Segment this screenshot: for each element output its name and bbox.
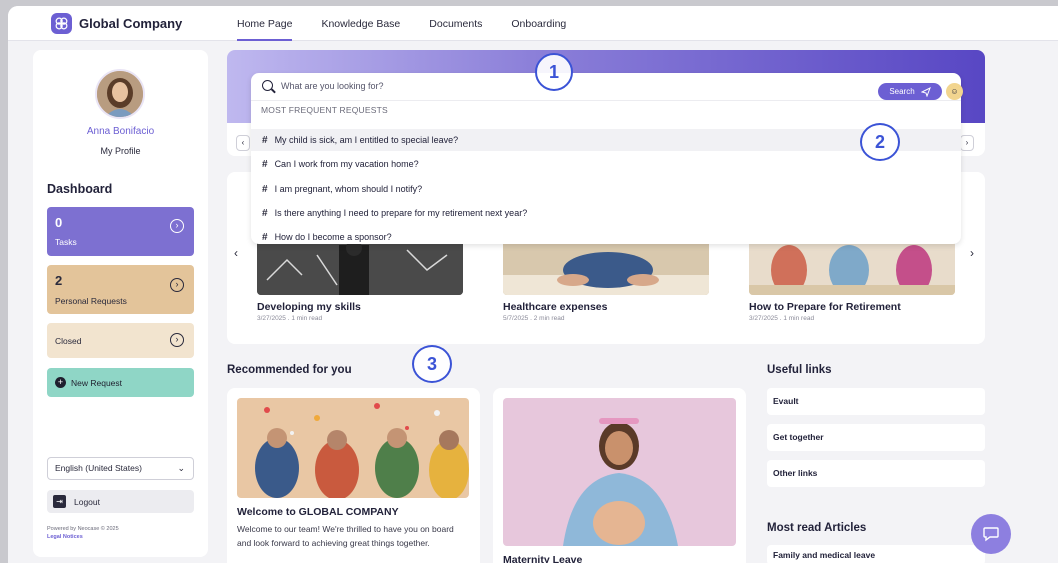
recommended-card[interactable]: Maternity Leave xyxy=(493,388,746,563)
frequent-requests-title: MOST FREQUENT REQUESTS xyxy=(261,105,388,115)
request-text: My child is sick, am I entitled to speci… xyxy=(274,135,459,145)
article-image[interactable] xyxy=(503,240,709,295)
request-text: How do I become a sponsor? xyxy=(274,232,392,242)
brand[interactable]: Global Company xyxy=(51,13,182,34)
article-read-time: 2 min read xyxy=(533,315,565,322)
sidebar: Anna Bonifacio My Profile Dashboard 0 Ta… xyxy=(33,50,208,557)
annotation-marker-1: 1 xyxy=(535,53,573,91)
hashtag-icon: # xyxy=(262,158,268,170)
recommended-image xyxy=(503,398,736,546)
article-date: 5/7/2025 xyxy=(503,315,529,322)
top-bar: Global Company Home Page Knowledge Base … xyxy=(8,6,1058,41)
new-request-button[interactable]: + New Request xyxy=(47,368,194,397)
article-meta: 5/7/2025 . 2 min read xyxy=(503,315,565,322)
carousel-prev-icon[interactable]: ‹ xyxy=(234,246,238,260)
chat-bubble-icon xyxy=(983,527,999,542)
annotation-marker-2: 2 xyxy=(860,123,900,161)
search-icon xyxy=(262,80,273,91)
send-icon xyxy=(920,86,931,97)
main-nav: Home Page Knowledge Base Documents Onboa… xyxy=(237,6,595,41)
app-window: Global Company Home Page Knowledge Base … xyxy=(8,6,1058,563)
language-select[interactable]: English (United States) ⌄ xyxy=(47,457,194,480)
frequent-request-item[interactable]: # How do I become a sponsor? xyxy=(251,226,961,248)
article-image[interactable] xyxy=(749,240,955,295)
plus-icon: + xyxy=(55,377,66,388)
hashtag-icon: # xyxy=(262,183,268,195)
article-image[interactable] xyxy=(257,240,463,295)
useful-link-item[interactable]: Get together xyxy=(767,424,985,451)
closed-card[interactable]: Closed › xyxy=(47,323,194,358)
hashtag-icon: # xyxy=(262,231,268,243)
closed-label: Closed xyxy=(55,336,82,346)
frequent-request-item[interactable]: # My child is sick, am I entitled to spe… xyxy=(251,129,961,151)
recommended-card-title[interactable]: Maternity Leave xyxy=(503,554,582,563)
article-date: 3/27/2025 xyxy=(257,315,286,322)
user-name[interactable]: Anna Bonifacio xyxy=(33,126,208,137)
article-read-time: 1 min read xyxy=(291,315,323,322)
nav-home-page[interactable]: Home Page xyxy=(237,6,293,41)
most-read-item[interactable]: Family and medical leave xyxy=(767,545,985,563)
people-icon[interactable]: ☺ xyxy=(946,83,963,100)
arrow-right-circle-icon: › xyxy=(170,219,184,233)
nav-knowledge-base[interactable]: Knowledge Base xyxy=(321,6,400,41)
arrow-right-circle-icon: › xyxy=(170,333,184,347)
personal-requests-count: 2 xyxy=(55,273,63,288)
brand-name: Global Company xyxy=(79,16,183,31)
powered-by: Powered by Neocase © 2025 xyxy=(47,526,119,532)
arrow-right-circle-icon: › xyxy=(170,278,184,292)
recommended-card[interactable]: Welcome to GLOBAL COMPANY Welcome to our… xyxy=(227,388,480,563)
frequent-request-item[interactable]: # I am pregnant, whom should I notify? xyxy=(251,178,961,200)
hashtag-icon: # xyxy=(262,207,268,219)
logout-button[interactable]: ⇥ Logout xyxy=(47,490,194,513)
legal-notices-link[interactable]: Legal Notices xyxy=(47,534,83,540)
logout-label: Logout xyxy=(74,496,100,507)
frequent-request-item[interactable]: # Can I work from my vacation home? xyxy=(251,153,961,175)
tasks-label: Tasks xyxy=(55,237,77,247)
dashboard-title: Dashboard xyxy=(47,182,113,196)
recommended-card-title[interactable]: Welcome to GLOBAL COMPANY xyxy=(237,506,399,518)
article-read-time: 1 min read xyxy=(783,315,815,322)
personal-requests-label: Personal Requests xyxy=(55,296,127,306)
useful-links-title: Useful links xyxy=(767,364,832,376)
useful-link-item[interactable]: Evault xyxy=(767,388,985,415)
hashtag-icon: # xyxy=(262,134,268,146)
recommended-image xyxy=(237,398,469,498)
request-text: I am pregnant, whom should I notify? xyxy=(274,184,423,194)
annotation-marker-3: 3 xyxy=(412,345,452,383)
nav-documents[interactable]: Documents xyxy=(429,6,482,41)
tasks-count: 0 xyxy=(55,215,63,230)
my-profile-link[interactable]: My Profile xyxy=(33,146,208,156)
hero-prev-button[interactable]: ‹ xyxy=(236,135,250,151)
hero-next-button[interactable]: › xyxy=(960,135,974,151)
chat-button[interactable] xyxy=(971,514,1011,554)
search-button-label: Search xyxy=(889,87,915,96)
chevron-down-icon: ⌄ xyxy=(177,463,185,473)
search-button[interactable]: Search xyxy=(878,83,942,100)
avatar[interactable] xyxy=(95,69,145,119)
article-title[interactable]: Healthcare expenses xyxy=(503,301,607,313)
logout-icon: ⇥ xyxy=(53,495,66,508)
request-text: Can I work from my vacation home? xyxy=(274,159,419,169)
divider xyxy=(251,100,961,101)
most-read-title: Most read Articles xyxy=(767,522,867,534)
carousel-next-icon[interactable]: › xyxy=(970,246,974,260)
new-request-label: New Request xyxy=(71,377,123,388)
article-date: 3/27/2025 xyxy=(749,315,778,322)
recommended-title: Recommended for you xyxy=(227,364,352,376)
article-meta: 3/27/2025 . 1 min read xyxy=(257,315,323,322)
search-dropdown: Search ☺ MOST FREQUENT REQUESTS # My chi… xyxy=(251,73,963,244)
tasks-card[interactable]: 0 Tasks › xyxy=(47,207,194,256)
recommended-card-body: Welcome to our team! We're thrilled to h… xyxy=(237,524,454,548)
frequent-request-item[interactable]: # Is there anything I need to prepare fo… xyxy=(251,202,961,224)
request-text: Is there anything I need to prepare for … xyxy=(274,208,528,218)
article-meta: 3/27/2025 . 1 min read xyxy=(749,315,815,322)
nav-onboarding[interactable]: Onboarding xyxy=(511,6,566,41)
personal-requests-card[interactable]: 2 Personal Requests › xyxy=(47,265,194,314)
useful-link-item[interactable]: Other links xyxy=(767,460,985,487)
flower-logo-icon xyxy=(51,13,72,34)
article-title[interactable]: How to Prepare for Retirement xyxy=(749,301,901,313)
article-title[interactable]: Developing my skills xyxy=(257,301,361,313)
language-value: English (United States) xyxy=(55,463,142,473)
